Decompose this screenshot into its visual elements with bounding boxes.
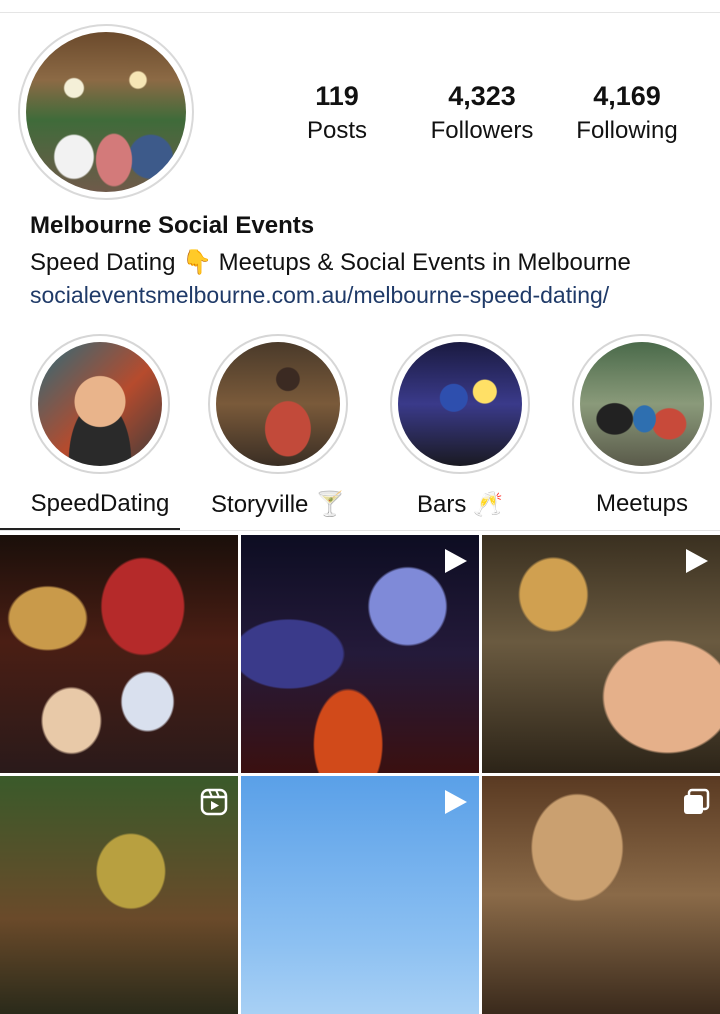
profile-name: Melbourne Social Events bbox=[30, 212, 315, 239]
posts-stat[interactable]: 119 Posts bbox=[295, 80, 379, 146]
following-count: 4,169 bbox=[593, 81, 661, 111]
followers-stat[interactable]: 4,323 Followers bbox=[420, 80, 544, 146]
highlight-ring bbox=[30, 334, 170, 474]
grid-post[interactable] bbox=[0, 535, 238, 773]
profile-bio: Speed Dating 👇 Meetups & Social Events i… bbox=[30, 249, 631, 276]
grid-post[interactable] bbox=[0, 776, 238, 1014]
highlight-ring bbox=[208, 334, 348, 474]
highlight-ring bbox=[390, 334, 530, 474]
avatar-photo bbox=[26, 32, 186, 192]
highlight-cover bbox=[580, 342, 704, 466]
highlight-storyville[interactable]: Storyville 🍸 bbox=[198, 334, 358, 519]
highlight-label: SpeedDating bbox=[30, 490, 170, 517]
highlight-cover bbox=[398, 342, 522, 466]
posts-label: Posts bbox=[306, 117, 368, 144]
following-stat[interactable]: 4,169 Following bbox=[566, 80, 688, 146]
highlight-cover bbox=[38, 342, 162, 466]
play-icon bbox=[445, 549, 467, 573]
highlight-speeddating[interactable]: SpeedDating bbox=[20, 334, 180, 518]
grid-post[interactable] bbox=[241, 535, 479, 773]
tab-divider bbox=[0, 530, 720, 531]
highlight-cover bbox=[216, 342, 340, 466]
grid-post[interactable] bbox=[482, 535, 720, 773]
carousel-icon bbox=[684, 788, 710, 814]
reel-icon bbox=[200, 788, 228, 816]
following-label: Following bbox=[576, 117, 678, 144]
profile-link[interactable]: socialeventsmelbourne.com.au/melbourne-s… bbox=[30, 282, 609, 309]
grid-post[interactable] bbox=[482, 776, 720, 1014]
posts-count: 119 bbox=[315, 81, 359, 111]
highlight-ring bbox=[572, 334, 712, 474]
highlight-bars[interactable]: Bars 🥂 bbox=[380, 334, 540, 519]
highlight-meetups[interactable]: Meetups bbox=[562, 334, 720, 518]
highlight-label: Meetups bbox=[595, 490, 689, 517]
top-divider bbox=[0, 12, 720, 13]
profile-avatar[interactable] bbox=[18, 24, 194, 200]
play-icon bbox=[686, 549, 708, 573]
highlight-label: Bars 🥂 bbox=[417, 491, 503, 518]
play-icon bbox=[445, 790, 467, 814]
followers-label: Followers bbox=[430, 117, 534, 144]
grid-post[interactable] bbox=[241, 776, 479, 1014]
followers-count: 4,323 bbox=[448, 81, 516, 111]
highlight-label: Storyville 🍸 bbox=[211, 491, 345, 518]
